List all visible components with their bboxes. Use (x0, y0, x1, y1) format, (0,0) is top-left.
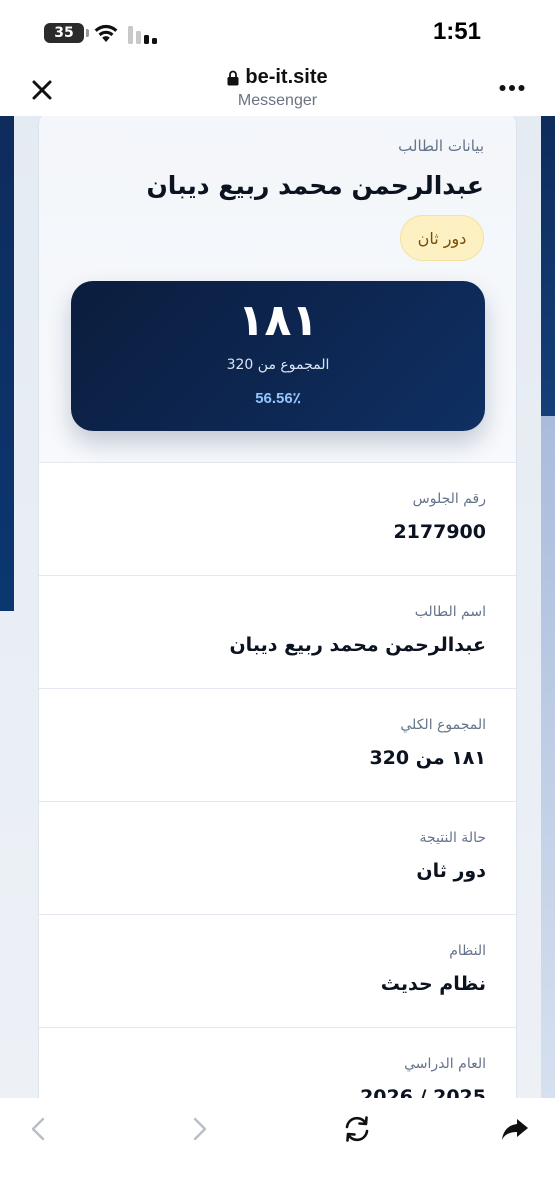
detail-value: عبدالرحمن محمد ربيع ديبان (229, 634, 486, 656)
web-content[interactable]: بيانات الطالب عبدالرحمن محمد ربيع ديبان … (0, 116, 555, 1098)
browser-toolbar (0, 1098, 555, 1200)
detail-row-seat-number: رقم الجلوس 2177900 (39, 463, 516, 576)
address-area[interactable]: be-it.site Messenger (0, 66, 555, 110)
share-icon[interactable] (500, 1114, 530, 1144)
detail-label: العام الدراسي (404, 1056, 486, 1072)
browser-header: be-it.site Messenger (0, 62, 555, 116)
status-badge: دور ثان (400, 215, 484, 261)
more-icon[interactable] (499, 84, 525, 92)
detail-value: نظام حديث (380, 973, 486, 995)
detail-label: حالة النتيجة (419, 830, 486, 846)
url-text: be-it.site (245, 66, 328, 88)
detail-row-system: النظام نظام حديث (39, 915, 516, 1028)
score-subtitle: المجموع من 320 (226, 357, 330, 373)
detail-label: المجموع الكلي (400, 717, 486, 733)
student-name-heading: عبدالرحمن محمد ربيع ديبان (146, 171, 484, 200)
background-right (541, 116, 555, 416)
detail-value: 2026 / 2025 (360, 1086, 486, 1098)
browser-subtitle: Messenger (237, 91, 318, 109)
background-right-lower (541, 416, 555, 1098)
wifi-icon (94, 24, 118, 42)
reload-icon[interactable] (342, 1114, 372, 1144)
detail-row-result-status: حالة النتيجة دور ثان (39, 802, 516, 915)
battery-icon: 35 (44, 23, 89, 43)
forward-icon[interactable] (184, 1114, 214, 1144)
score-percentage: 56.56٪ (255, 390, 301, 407)
detail-value: 2177900 (393, 521, 486, 543)
lock-icon (227, 70, 239, 85)
score-box: ١٨١ المجموع من 320 56.56٪ (71, 281, 485, 431)
detail-row-total: المجموع الكلي ١٨١ من 320 (39, 689, 516, 802)
signal-icon (128, 26, 157, 44)
detail-row-student-name: اسم الطالب عبدالرحمن محمد ربيع ديبان (39, 576, 516, 689)
detail-label: اسم الطالب (414, 604, 486, 620)
details-list: رقم الجلوس 2177900 اسم الطالب عبدالرحمن … (39, 463, 516, 1098)
clock: 1:51 (432, 18, 481, 45)
status-bar: 35 1:51 (0, 0, 555, 62)
result-card: بيانات الطالب عبدالرحمن محمد ربيع ديبان … (38, 116, 517, 1098)
back-icon[interactable] (24, 1114, 54, 1144)
url-line: be-it.site (227, 66, 328, 89)
detail-row-academic-year: العام الدراسي 2026 / 2025 (39, 1028, 516, 1098)
section-label: بيانات الطالب (398, 137, 484, 155)
background-left (0, 116, 14, 611)
card-header: بيانات الطالب عبدالرحمن محمد ربيع ديبان … (39, 116, 516, 463)
detail-label: النظام (449, 943, 486, 959)
score-value: ١٨١ (237, 295, 319, 346)
detail-value: دور ثان (416, 860, 486, 882)
detail-value: ١٨١ من 320 (369, 747, 486, 769)
battery-level: 35 (54, 25, 74, 41)
detail-label: رقم الجلوس (412, 491, 486, 507)
